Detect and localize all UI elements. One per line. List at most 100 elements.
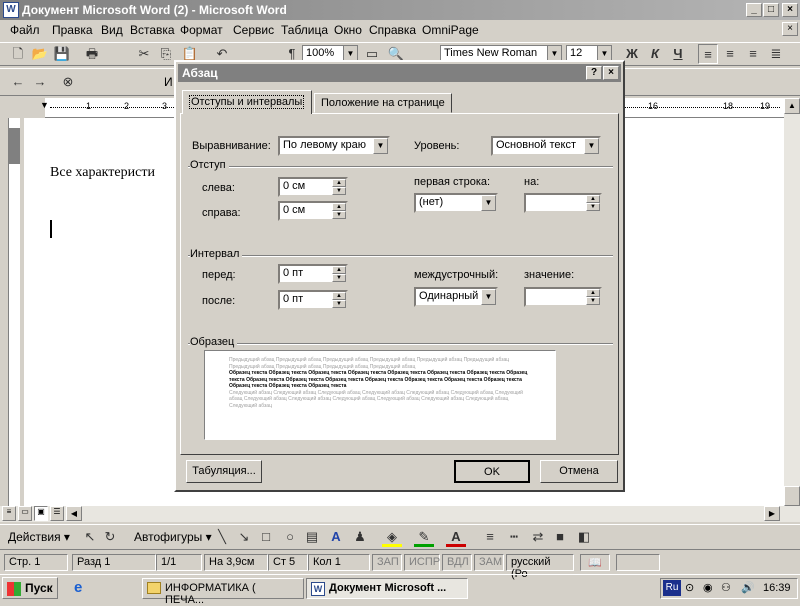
outline-view-icon[interactable]: ☰ bbox=[50, 506, 64, 521]
language-indicator[interactable]: Ru bbox=[663, 580, 681, 596]
vertical-ruler[interactable] bbox=[0, 118, 24, 506]
menu-window[interactable]: Окно bbox=[334, 23, 362, 37]
scroll-right-icon[interactable]: ▶ bbox=[764, 506, 780, 521]
back-icon[interactable]: ← bbox=[8, 72, 28, 92]
status-extend[interactable]: ВДЛ bbox=[442, 554, 472, 571]
scroll-up-icon[interactable]: ▲ bbox=[784, 98, 800, 114]
line-icon[interactable]: ╲ bbox=[212, 527, 232, 547]
justify-icon[interactable]: ≣ bbox=[766, 44, 786, 64]
align-left-icon[interactable]: ≡ bbox=[698, 44, 718, 64]
ie-icon[interactable]: e bbox=[74, 579, 92, 597]
menu-file[interactable]: Файл bbox=[10, 23, 40, 37]
shadow-icon[interactable]: ■ bbox=[550, 527, 570, 547]
rectangle-icon[interactable]: □ bbox=[256, 527, 276, 547]
minimize-button[interactable]: _ bbox=[746, 3, 762, 17]
after-input[interactable]: 0 пт ▲ ▼ bbox=[278, 290, 348, 310]
copy-icon[interactable]: ⎘ bbox=[156, 44, 176, 64]
spin-up-icon[interactable]: ▲ bbox=[586, 195, 600, 203]
menu-view[interactable]: Вид bbox=[101, 23, 123, 37]
tab-indents-spacing[interactable]: Отступы и интервалы bbox=[182, 90, 312, 114]
save-icon[interactable]: 💾 bbox=[52, 44, 72, 64]
by-input[interactable]: ▲ ▼ bbox=[524, 193, 602, 213]
underline-button[interactable]: Ч bbox=[668, 44, 688, 64]
task-informatika[interactable]: ИНФОРМАТИКА ( ПЕЧА... bbox=[142, 578, 304, 606]
print-icon[interactable]: 🖶 bbox=[82, 44, 102, 64]
menu-help[interactable]: Справка bbox=[369, 23, 416, 37]
spin-down-icon[interactable]: ▼ bbox=[586, 203, 600, 211]
spin-up-icon[interactable]: ▲ bbox=[332, 292, 346, 300]
spin-up-icon[interactable]: ▲ bbox=[332, 266, 346, 274]
select-objects-icon[interactable]: ↖ bbox=[80, 527, 100, 547]
first-line-select[interactable]: (нет) ▼ bbox=[414, 193, 498, 213]
spin-up-icon[interactable]: ▲ bbox=[332, 203, 346, 211]
arrow-style-icon[interactable]: ⇄ bbox=[528, 527, 548, 547]
right-indent-input[interactable]: 0 см ▲ ▼ bbox=[278, 201, 348, 221]
dialog-help-button[interactable]: ? bbox=[586, 66, 602, 80]
document-text[interactable]: Все характеристи bbox=[50, 165, 155, 181]
clipart-icon[interactable]: ♟ bbox=[350, 527, 370, 547]
stop-icon[interactable]: ⊗ bbox=[58, 72, 78, 92]
ok-button[interactable]: OK bbox=[454, 460, 530, 483]
line-style-icon[interactable]: ≡ bbox=[480, 527, 500, 547]
spin-down-icon[interactable]: ▼ bbox=[332, 274, 346, 282]
ruler-marker[interactable]: ▼ bbox=[40, 100, 49, 110]
spin-down-icon[interactable]: ▼ bbox=[332, 300, 346, 308]
menu-table[interactable]: Таблица bbox=[281, 23, 328, 37]
left-indent-input[interactable]: 0 см ▲ ▼ bbox=[278, 177, 348, 197]
draw-actions-button[interactable]: Действия ▾ bbox=[8, 530, 70, 544]
print-layout-view-icon[interactable]: ▣ bbox=[34, 506, 48, 521]
italic-button[interactable]: К bbox=[645, 44, 665, 64]
new-icon[interactable]: 🗋 bbox=[8, 44, 28, 64]
spelling-status-icon[interactable]: 📖 bbox=[580, 554, 610, 571]
tabs-button[interactable]: Табуляция... bbox=[186, 460, 262, 483]
align-right-icon[interactable]: ≡ bbox=[743, 44, 763, 64]
cancel-button[interactable]: Отмена bbox=[540, 460, 618, 483]
dash-style-icon[interactable]: ┅ bbox=[504, 527, 524, 547]
spacing-value-input[interactable]: ▲ ▼ bbox=[524, 287, 602, 307]
scroll-thumb[interactable] bbox=[784, 486, 800, 506]
wordart-icon[interactable]: A bbox=[326, 527, 346, 547]
doc-close-button[interactable]: × bbox=[782, 22, 798, 36]
tray-volume-icon[interactable]: 🔊 bbox=[741, 581, 755, 594]
menu-format[interactable]: Формат bbox=[180, 23, 223, 37]
tray-antivirus-icon[interactable]: ◉ bbox=[703, 581, 713, 594]
menu-edit[interactable]: Правка bbox=[52, 23, 93, 37]
maximize-button[interactable]: □ bbox=[763, 3, 779, 17]
3d-icon[interactable]: ◧ bbox=[574, 527, 594, 547]
horizontal-scrollbar[interactable]: ≡ ▭ ▣ ☰ ◀ ▶ bbox=[0, 506, 800, 522]
dialog-titlebar[interactable]: Абзац ? × bbox=[178, 64, 621, 82]
align-center-icon[interactable]: ≡ bbox=[720, 44, 740, 64]
dialog-close-button[interactable]: × bbox=[603, 66, 619, 80]
fill-color-icon[interactable]: ◈ bbox=[382, 527, 402, 547]
spin-down-icon[interactable]: ▼ bbox=[332, 187, 346, 195]
oval-icon[interactable]: ○ bbox=[280, 527, 300, 547]
line-spacing-select[interactable]: Одинарный ▼ bbox=[414, 287, 498, 307]
start-button[interactable]: Пуск bbox=[2, 577, 58, 599]
open-icon[interactable]: 📂 bbox=[30, 44, 50, 64]
task-word-document[interactable]: W Документ Microsoft ... bbox=[306, 578, 468, 599]
line-color-icon[interactable]: ✎ bbox=[414, 527, 434, 547]
spin-up-icon[interactable]: ▲ bbox=[586, 289, 600, 297]
status-overtype[interactable]: ЗАМ bbox=[474, 554, 504, 571]
tray-network-icon[interactable]: ⚇ bbox=[721, 581, 731, 594]
scroll-left-icon[interactable]: ◀ bbox=[66, 506, 82, 521]
autoshapes-button[interactable]: Автофигуры ▾ bbox=[134, 530, 212, 544]
status-track[interactable]: ИСПР bbox=[404, 554, 440, 571]
menu-insert[interactable]: Вставка bbox=[130, 23, 175, 37]
menu-tools[interactable]: Сервис bbox=[233, 23, 274, 37]
spin-up-icon[interactable]: ▲ bbox=[332, 179, 346, 187]
alignment-select[interactable]: По левому краю ▼ bbox=[278, 136, 390, 156]
bold-button[interactable]: Ж bbox=[622, 44, 642, 64]
spin-down-icon[interactable]: ▼ bbox=[586, 297, 600, 305]
spin-down-icon[interactable]: ▼ bbox=[332, 211, 346, 219]
level-select[interactable]: Основной текст ▼ bbox=[491, 136, 601, 156]
menu-omnipage[interactable]: OmniPage bbox=[422, 23, 479, 37]
font-color-icon[interactable]: A bbox=[446, 527, 466, 547]
cut-icon[interactable]: ✂ bbox=[134, 44, 154, 64]
forward-icon[interactable]: → bbox=[30, 72, 50, 92]
status-record[interactable]: ЗАП bbox=[372, 554, 402, 571]
arrow-icon[interactable]: ↘ bbox=[234, 527, 254, 547]
web-view-icon[interactable]: ▭ bbox=[18, 506, 32, 521]
window-titlebar[interactable]: W Документ Microsoft Word (2) - Microsof… bbox=[0, 0, 800, 20]
tray-app-icon[interactable]: ⊙ bbox=[685, 581, 694, 594]
